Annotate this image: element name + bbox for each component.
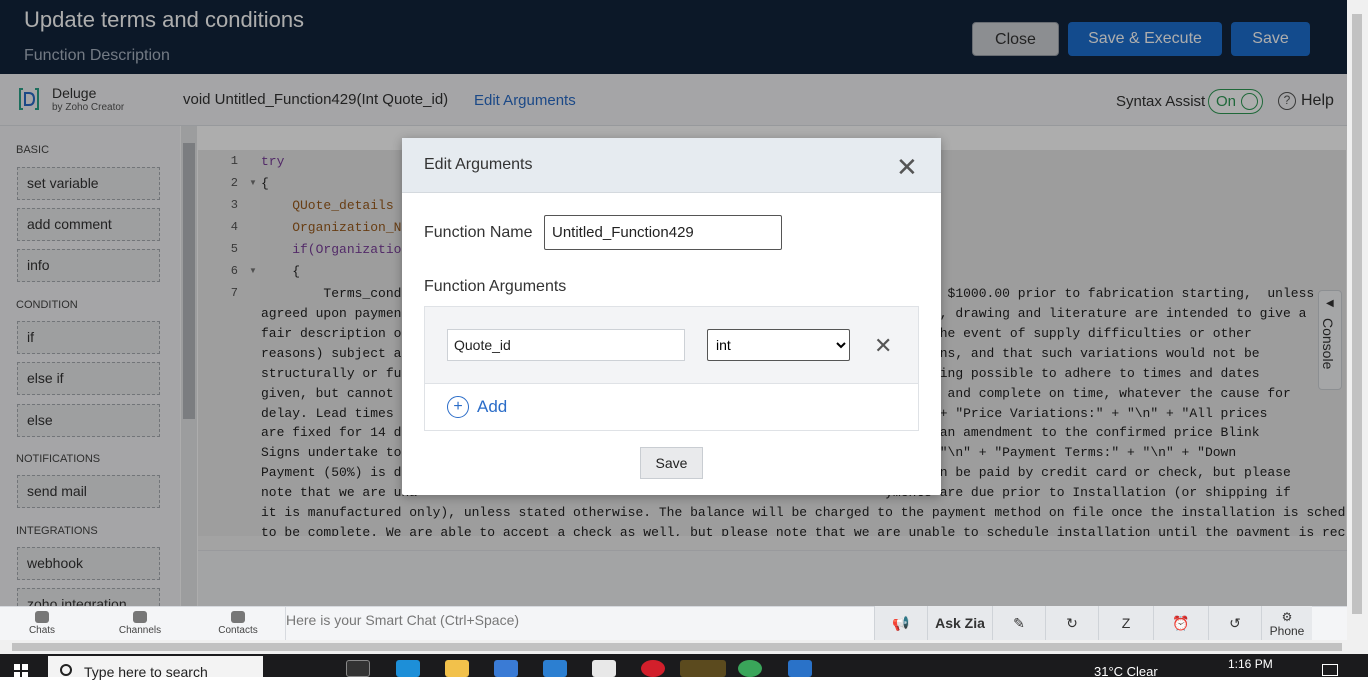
ask-zia-button[interactable]: Ask Zia bbox=[927, 606, 992, 640]
add-circle-icon[interactable]: + bbox=[447, 396, 469, 418]
phone-label: Phone bbox=[1269, 624, 1305, 638]
store-icon[interactable] bbox=[494, 660, 518, 677]
zia-mute-icon[interactable]: Z bbox=[1098, 606, 1153, 640]
chrome-icon[interactable] bbox=[738, 660, 762, 677]
smart-chat-input[interactable]: Here is your Smart Chat (Ctrl+Space) bbox=[286, 612, 876, 632]
page-vertical-scroll-thumb[interactable] bbox=[1352, 14, 1362, 614]
dialog-save-button[interactable]: Save bbox=[640, 447, 703, 479]
windows-start-icon[interactable] bbox=[14, 664, 28, 677]
alarm-icon[interactable]: ⏰ bbox=[1153, 606, 1208, 640]
task-view-icon[interactable] bbox=[346, 660, 370, 677]
history-icon[interactable]: ↺ bbox=[1208, 606, 1261, 640]
function-arguments-label: Function Arguments bbox=[424, 278, 567, 295]
edge-icon[interactable] bbox=[396, 660, 420, 677]
argument-name-input[interactable] bbox=[447, 329, 685, 361]
contacts-icon bbox=[231, 611, 245, 623]
function-name-input[interactable] bbox=[544, 215, 782, 250]
add-argument-link[interactable]: Add bbox=[477, 397, 507, 417]
chats-icon bbox=[35, 611, 49, 623]
channels-tab[interactable]: Channels bbox=[110, 625, 170, 636]
notes-icon[interactable]: ↻ bbox=[1045, 606, 1098, 640]
announcement-icon[interactable]: 📢 bbox=[874, 606, 927, 640]
notepad-icon[interactable] bbox=[592, 660, 616, 677]
opera-icon[interactable] bbox=[641, 660, 665, 677]
sticky-app-icon[interactable] bbox=[680, 660, 726, 677]
function-name-label: Function Name bbox=[424, 224, 533, 241]
mail-icon[interactable] bbox=[543, 660, 567, 677]
taskbar-search-placeholder: Type here to search bbox=[84, 664, 208, 680]
close-icon[interactable]: ✕ bbox=[896, 152, 918, 183]
dialog-title: Edit Arguments bbox=[424, 156, 533, 173]
activity-icon[interactable]: ✎ bbox=[992, 606, 1045, 640]
remove-argument-icon[interactable]: ✕ bbox=[874, 333, 892, 359]
search-icon bbox=[60, 664, 72, 676]
file-explorer-icon[interactable] bbox=[445, 660, 469, 677]
chats-tab[interactable]: Chats bbox=[12, 625, 72, 636]
contacts-tab[interactable]: Contacts bbox=[208, 625, 268, 636]
taskbar-clock[interactable]: 1:16 PM bbox=[1228, 657, 1273, 671]
channels-icon bbox=[133, 611, 147, 623]
vscode-icon[interactable] bbox=[788, 660, 812, 677]
page-horizontal-scroll-thumb[interactable] bbox=[12, 643, 1342, 651]
argument-type-select[interactable]: int bbox=[707, 329, 850, 361]
notification-icon[interactable] bbox=[1322, 664, 1338, 676]
phone-button[interactable]: ⚙ Phone bbox=[1261, 606, 1312, 640]
